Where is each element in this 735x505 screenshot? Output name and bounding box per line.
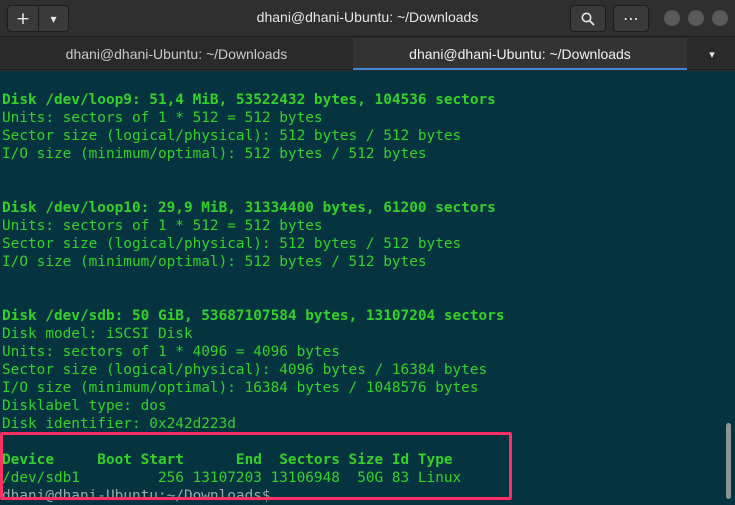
tab-bar: dhani@dhani-Ubuntu: ~/Downloads dhani@dh… bbox=[0, 38, 735, 70]
ellipsis-icon: ⋯ bbox=[623, 9, 639, 28]
terminal-line: I/O size (minimum/optimal): 512 bytes / … bbox=[2, 146, 427, 162]
terminal-line: Units: sectors of 1 * 512 = 512 bytes bbox=[2, 110, 323, 126]
search-icon bbox=[581, 12, 595, 26]
scrollbar[interactable] bbox=[726, 423, 731, 499]
terminal-line: Disk /dev/loop9: 51,4 MiB, 53522432 byte… bbox=[2, 92, 496, 108]
tab-1[interactable]: dhani@dhani-Ubuntu: ~/Downloads bbox=[0, 38, 353, 70]
terminal-line: I/O size (minimum/optimal): 16384 bytes … bbox=[2, 380, 479, 396]
search-button[interactable] bbox=[570, 5, 606, 32]
terminal-line: Disk identifier: 0x242d223d bbox=[2, 416, 236, 432]
maximize-button[interactable] bbox=[688, 10, 704, 26]
menu-button[interactable]: ⋯ bbox=[613, 5, 649, 32]
terminal-line: Units: sectors of 1 * 4096 = 4096 bytes bbox=[2, 344, 340, 360]
highlight-box bbox=[0, 432, 512, 500]
terminal-line: Disk /dev/sdb: 50 GiB, 53687107584 bytes… bbox=[2, 308, 505, 324]
tab-label: dhani@dhani-Ubuntu: ~/Downloads bbox=[65, 46, 288, 62]
tab-2-active[interactable]: dhani@dhani-Ubuntu: ~/Downloads bbox=[353, 38, 687, 70]
close-button[interactable] bbox=[712, 10, 728, 26]
terminal-line: Sector size (logical/physical): 512 byte… bbox=[2, 128, 462, 144]
chevron-down-icon: ▾ bbox=[709, 47, 715, 61]
tab-list-button[interactable]: ▾ bbox=[689, 38, 735, 70]
terminal-output[interactable]: Disk /dev/loop9: 51,4 MiB, 53522432 byte… bbox=[0, 71, 735, 505]
terminal-line: Disklabel type: dos bbox=[2, 398, 167, 414]
terminal-line: Disk /dev/loop10: 29,9 MiB, 31334400 byt… bbox=[2, 200, 496, 216]
terminal-line: Sector size (logical/physical): 4096 byt… bbox=[2, 362, 488, 378]
terminal-line: Disk model: iSCSI Disk bbox=[2, 326, 193, 342]
terminal-line: Sector size (logical/physical): 512 byte… bbox=[2, 236, 462, 252]
tab-label: dhani@dhani-Ubuntu: ~/Downloads bbox=[409, 46, 631, 62]
terminal-line: I/O size (minimum/optimal): 512 bytes / … bbox=[2, 254, 427, 270]
header-bar: + ▾ dhani@dhani-Ubuntu: ~/Downloads ⋯ bbox=[0, 0, 735, 37]
terminal-line: Units: sectors of 1 * 512 = 512 bytes bbox=[2, 218, 323, 234]
minimize-button[interactable] bbox=[664, 10, 680, 26]
